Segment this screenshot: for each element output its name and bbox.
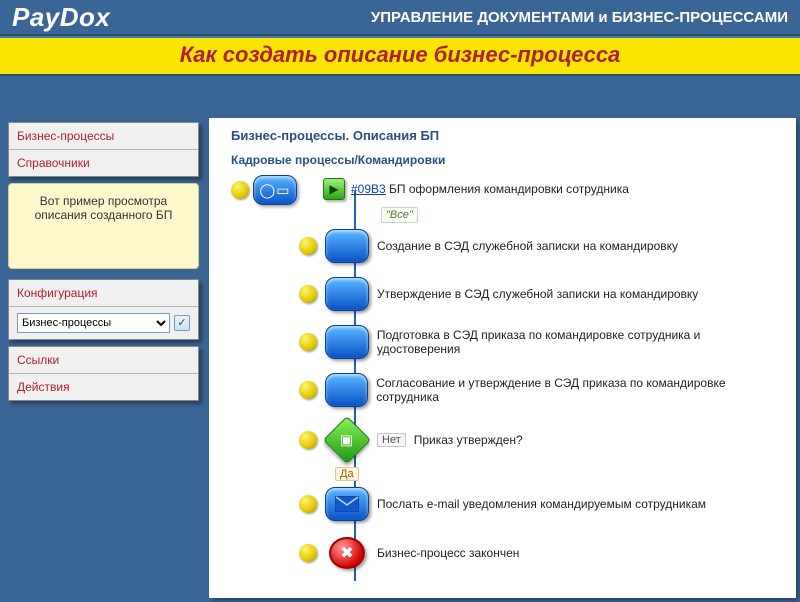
bullet-icon (299, 495, 317, 513)
step-caption: Подготовка в СЭД приказа по командировке… (377, 328, 786, 356)
bullet-icon (299, 333, 317, 351)
sidebar-item-actions[interactable]: Действия (9, 374, 198, 400)
flow-group-label: "Все" (381, 207, 418, 223)
bullet-icon (299, 544, 317, 562)
bullet-icon (299, 431, 317, 449)
flowchart: ◯▭ ▶ #09B3 БП оформления командировки со… (231, 175, 786, 598)
step-caption: Создание в СЭД служебной записки на кома… (377, 239, 678, 253)
top-bar: PayDox УПРАВЛЕНИЕ ДОКУМЕНТАМИ и БИЗНЕС-П… (0, 0, 800, 36)
flow-task-node[interactable] (325, 373, 368, 407)
breadcrumb[interactable]: Бизнес-процессы. Описания БП (231, 128, 786, 143)
step-caption: Утверждение в СЭД служебной записки на к… (377, 287, 698, 301)
bullet-icon (299, 381, 317, 399)
sidebar: Бизнес-процессы Справочники Вот пример п… (0, 76, 205, 602)
end-caption: Бизнес-процесс закончен (377, 546, 519, 560)
flow-start-node[interactable]: ◯▭ (253, 175, 297, 205)
bullet-icon (299, 237, 317, 255)
flow-mail-node[interactable] (325, 487, 369, 521)
sidebar-group-extra: Ссылки Действия (8, 346, 199, 401)
app-subtitle: УПРАВЛЕНИЕ ДОКУМЕНТАМИ и БИЗНЕС-ПРОЦЕССА… (371, 9, 788, 26)
flow-task-node[interactable] (325, 229, 369, 263)
decision-yes-label: Да (335, 467, 359, 481)
start-ref-link[interactable]: #09B3 (351, 182, 386, 196)
sidebar-item-links[interactable]: Ссылки (9, 347, 198, 374)
start-caption: #09B3 БП оформления командировки сотрудн… (351, 182, 629, 196)
decision-caption: Приказ утвержден? (414, 433, 523, 447)
flow-end-node[interactable]: ✖ (329, 537, 365, 569)
mail-icon (335, 496, 359, 512)
sidebar-item-config[interactable]: Конфигурация (9, 280, 198, 307)
flow-task-node[interactable] (325, 277, 369, 311)
config-select[interactable]: Бизнес-процессы (17, 313, 170, 333)
page-title-banner: Как создать описание бизнес-процесса (0, 36, 800, 76)
help-callout: Вот пример просмотра описания созданного… (8, 183, 199, 269)
sidebar-group-main: Бизнес-процессы Справочники (8, 122, 199, 177)
sidebar-item-references[interactable]: Справочники (9, 150, 198, 176)
sidebar-group-config: Конфигурация Бизнес-процессы ✓ (8, 279, 199, 340)
play-icon[interactable]: ▶ (323, 178, 345, 200)
logo: PayDox (12, 2, 110, 33)
bullet-icon (231, 181, 249, 199)
sidebar-item-processes[interactable]: Бизнес-процессы (9, 123, 198, 150)
main-content: Бизнес-процессы. Описания БП Кадровые пр… (209, 118, 796, 598)
flow-task-node[interactable] (325, 325, 369, 359)
flow-decision-node[interactable]: ▣ (323, 416, 371, 464)
sub-breadcrumb[interactable]: Кадровые процессы/Командировки (231, 153, 786, 167)
mail-caption: Послать e-mail уведомления командируемым… (377, 497, 706, 511)
bullet-icon (299, 285, 317, 303)
apply-config-button[interactable]: ✓ (174, 315, 190, 331)
decision-no-label: Нет (377, 433, 406, 447)
step-caption: Согласование и утверждение в СЭД приказа… (376, 376, 786, 404)
